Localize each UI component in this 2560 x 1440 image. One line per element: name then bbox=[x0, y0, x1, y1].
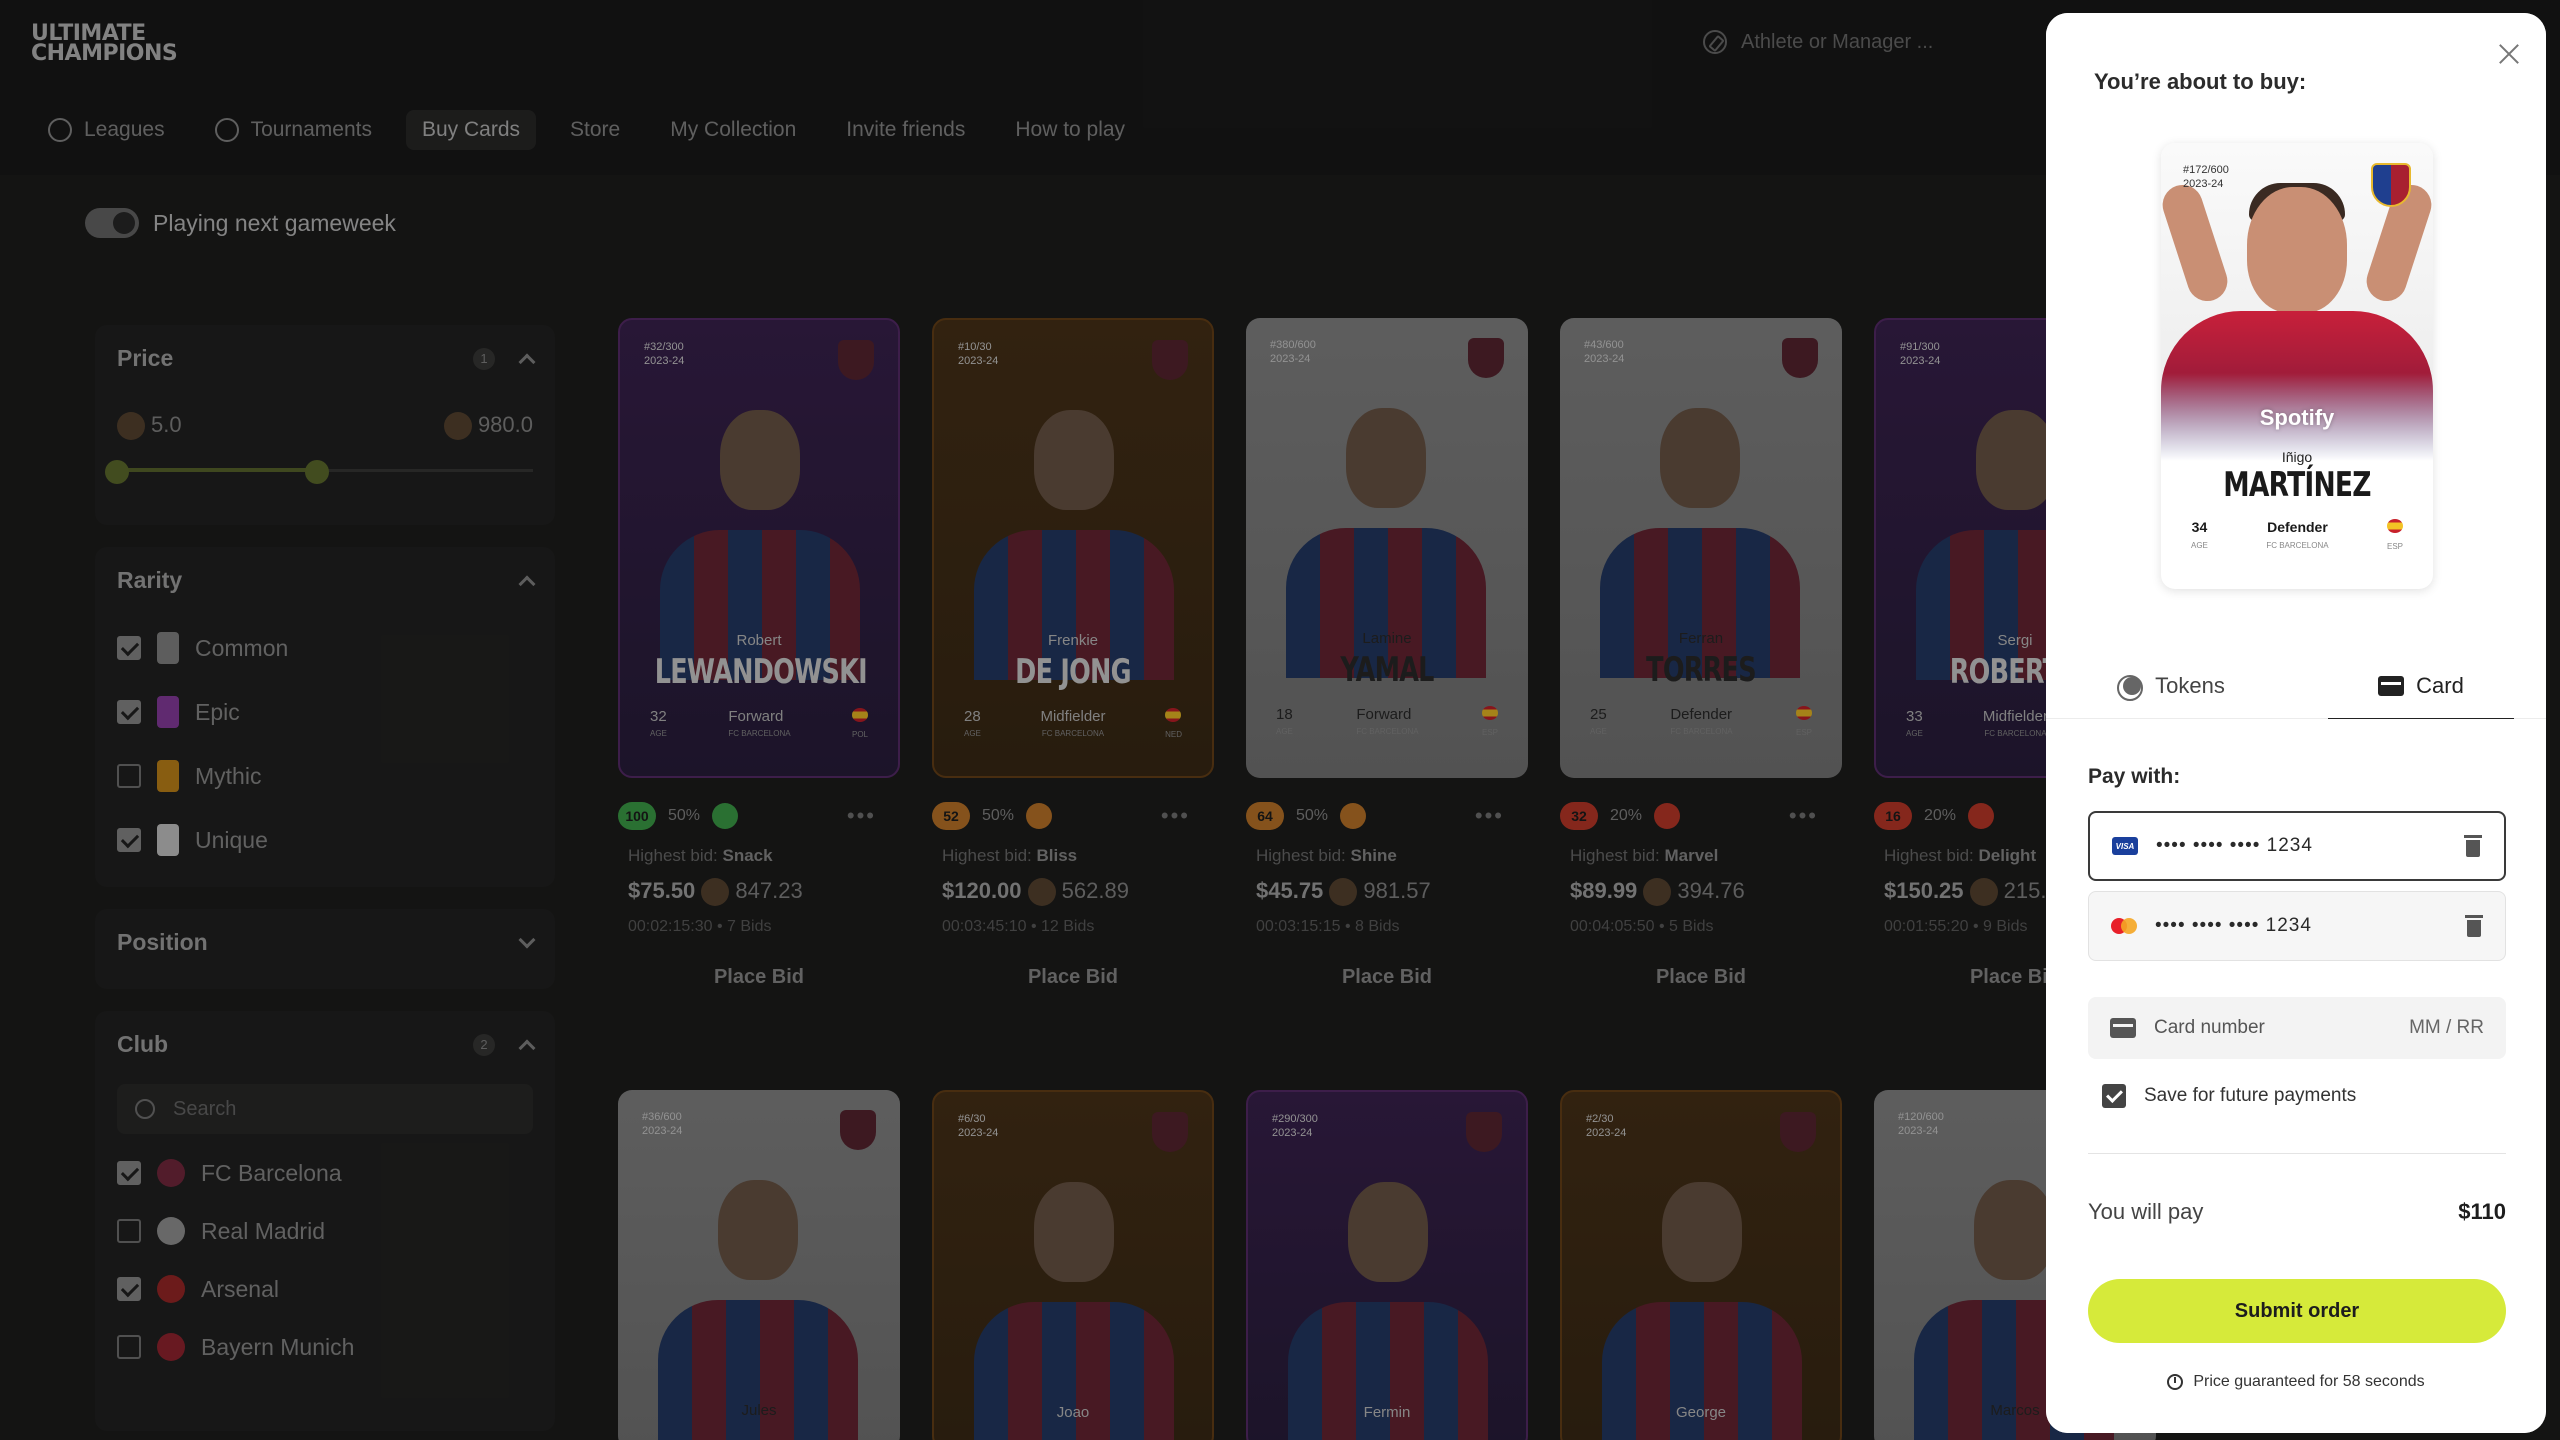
total-amount: $110 bbox=[2458, 1199, 2506, 1224]
player-age: 34 AGE bbox=[2191, 519, 2208, 550]
new-card-input[interactable]: Card number MM / RR bbox=[2088, 997, 2506, 1059]
player-first-name: Iñigo bbox=[2281, 449, 2313, 465]
pay-with-label: Pay with: bbox=[2088, 765, 2181, 788]
saved-card-mastercard[interactable]: •••• •••• •••• 1234 bbox=[2088, 891, 2506, 961]
timer-icon bbox=[2167, 1374, 2184, 1390]
tokens-icon bbox=[2117, 675, 2144, 701]
player-position: Defender FC BARCELONA bbox=[2266, 519, 2329, 550]
close-icon[interactable] bbox=[2494, 39, 2524, 69]
spain-flag-icon bbox=[2386, 519, 2403, 533]
selected-player-card: #172/600 2023-24 Spotify Iñigo MARTÍNEZ 3… bbox=[2161, 143, 2433, 589]
credit-card-icon bbox=[2110, 1018, 2136, 1038]
payment-form: Pay with: VISA •••• •••• •••• 1234 •••• … bbox=[2046, 719, 2546, 1433]
modal-header: You’re about to buy: #172/600 2023-24 Spo… bbox=[2046, 13, 2546, 721]
price-guarantee: Price guaranteed for 58 seconds bbox=[2046, 1373, 2546, 1391]
tab-card[interactable]: Card bbox=[2296, 653, 2546, 721]
save-for-future-checkbox[interactable]: Save for future payments bbox=[2102, 1084, 2356, 1108]
modal-title: You’re about to buy: bbox=[2094, 69, 2307, 94]
saved-card-visa[interactable]: VISA •••• •••• •••• 1234 bbox=[2088, 811, 2506, 881]
expiry-placeholder[interactable]: MM / RR bbox=[2409, 1017, 2484, 1039]
trash-icon[interactable] bbox=[2464, 835, 2482, 857]
divider bbox=[2088, 1153, 2506, 1154]
order-total: You will pay $110 bbox=[2088, 1199, 2506, 1225]
trash-icon[interactable] bbox=[2465, 915, 2483, 937]
you-will-pay-label: You will pay bbox=[2088, 1199, 2204, 1224]
payment-tabs: Tokens Card bbox=[2046, 653, 2546, 721]
visa-icon: VISA bbox=[2112, 837, 2138, 855]
tab-tokens[interactable]: Tokens bbox=[2046, 653, 2296, 719]
player-photo bbox=[2247, 187, 2347, 313]
buy-card-modal: You’re about to buy: #172/600 2023-24 Spo… bbox=[2046, 13, 2546, 1433]
shirt-sponsor: Spotify bbox=[2259, 405, 2335, 430]
card-number-placeholder: Card number bbox=[2154, 1017, 2265, 1038]
checkbox-checked[interactable] bbox=[2102, 1084, 2126, 1108]
card-serial: #172/600 2023-24 bbox=[2183, 164, 2229, 190]
player-stats: 34 AGE Defender FC BARCELONA ESP bbox=[2191, 519, 2403, 551]
club-crest-icon bbox=[2371, 163, 2411, 207]
player-country: ESP bbox=[2386, 519, 2403, 551]
player-last-name: MARTÍNEZ bbox=[2223, 465, 2371, 505]
mastercard-icon bbox=[2111, 917, 2137, 935]
submit-order-button[interactable]: Submit order bbox=[2088, 1279, 2506, 1343]
credit-card-icon bbox=[2378, 676, 2405, 696]
